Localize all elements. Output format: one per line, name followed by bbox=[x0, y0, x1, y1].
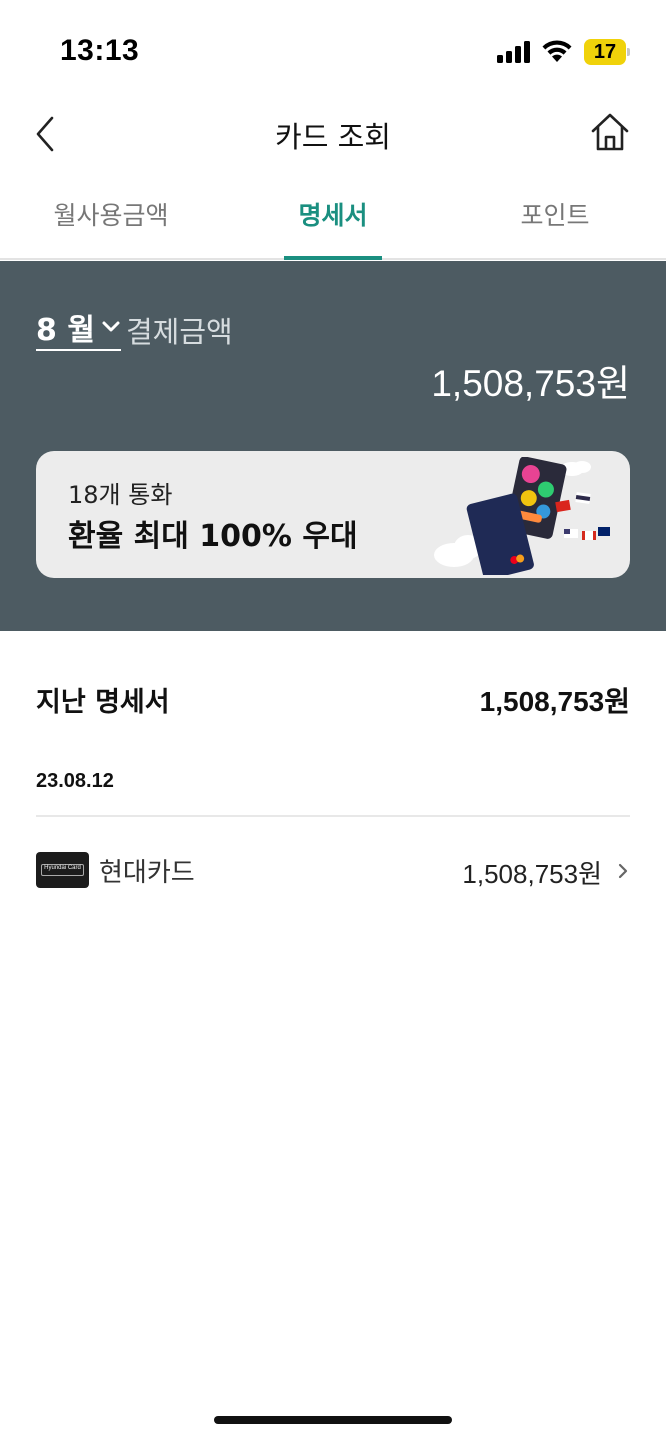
payment-summary: 8 월 결제금액 1,508,753원 18개 통화 환율 최대 100% 우대 bbox=[0, 261, 666, 631]
banner-subtitle: 18개 통화 bbox=[68, 481, 173, 509]
home-button[interactable] bbox=[588, 110, 632, 154]
statement-title: 지난 명세서 bbox=[36, 687, 170, 718]
card-amount: 1,508,753원 bbox=[462, 859, 602, 889]
battery-icon: 17 bbox=[584, 39, 630, 65]
status-bar: 13:13 17 bbox=[0, 0, 666, 96]
wifi-icon bbox=[542, 40, 572, 62]
active-tab-indicator bbox=[284, 256, 382, 260]
payment-label: 결제금액 bbox=[126, 315, 233, 349]
hyundai-card-logo: Hyundai Card bbox=[36, 852, 89, 888]
banner-title: 환율 최대 100% 우대 bbox=[68, 519, 358, 554]
statement-date: 23.08.12 bbox=[36, 770, 114, 792]
tab-monthly-usage[interactable]: 월사용금액 bbox=[0, 172, 222, 260]
promo-banner[interactable]: 18개 통화 환율 최대 100% 우대 bbox=[36, 451, 630, 578]
battery-level: 17 bbox=[593, 41, 617, 63]
tab-bar: 월사용금액 명세서 포인트 bbox=[0, 172, 666, 260]
card-statement-row[interactable]: Hyundai Card 현대카드 1,508,753원 bbox=[36, 840, 630, 900]
payment-amount: 1,508,753원 bbox=[431, 363, 630, 404]
page-title: 카드 조회 bbox=[275, 120, 391, 154]
month-label: 8 월 bbox=[36, 313, 95, 348]
tab-points[interactable]: 포인트 bbox=[444, 172, 666, 260]
chevron-down-icon bbox=[102, 321, 120, 332]
cellular-signal-icon bbox=[497, 41, 533, 63]
home-indicator bbox=[214, 1416, 452, 1424]
travel-card-illustration bbox=[434, 457, 610, 575]
status-time: 13:13 bbox=[60, 34, 140, 67]
month-selector[interactable]: 8 월 bbox=[36, 309, 121, 351]
nav-header: 카드 조회 bbox=[0, 96, 666, 172]
statement-header: 지난 명세서 1,508,753원 bbox=[0, 632, 666, 762]
card-logo-text: Hyundai Card bbox=[44, 865, 81, 871]
card-name: 현대카드 bbox=[99, 858, 195, 888]
divider bbox=[36, 815, 630, 817]
tab-statement[interactable]: 명세서 bbox=[222, 172, 444, 260]
chevron-right-icon bbox=[618, 863, 628, 879]
statement-total: 1,508,753원 bbox=[479, 686, 630, 717]
